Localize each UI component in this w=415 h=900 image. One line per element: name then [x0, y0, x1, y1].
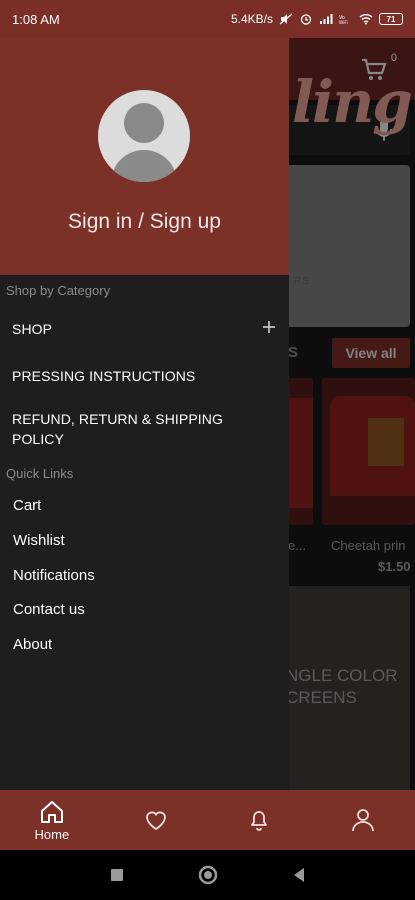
- quick-link-notifications[interactable]: Notifications: [13, 567, 95, 584]
- navigation-drawer: Sign in / Sign up Shop by Category SHOP …: [0, 38, 289, 790]
- avatar-head: [124, 103, 164, 143]
- quick-link-contact-us[interactable]: Contact us: [13, 601, 85, 618]
- recents-button[interactable]: [110, 868, 124, 882]
- quick-link-cart[interactable]: Cart: [13, 497, 41, 514]
- network-speed: 5.4KB/s: [230, 12, 273, 26]
- menu-item-shop[interactable]: SHOP: [12, 321, 52, 337]
- signin-link[interactable]: Sign in / Sign up: [0, 210, 289, 234]
- menu-item-pressing-instructions[interactable]: PRESSING INSTRUCTIONS: [12, 368, 195, 384]
- status-bar: 1:08 AM 5.4KB/s Vo WiFi 71: [0, 0, 415, 38]
- avatar-body: [111, 150, 177, 182]
- quick-link-about[interactable]: About: [13, 636, 52, 653]
- signal-icon: [320, 14, 333, 24]
- avatar[interactable]: [98, 90, 190, 182]
- bell-icon: [251, 811, 268, 831]
- battery-icon: 71: [379, 13, 403, 25]
- home-icon: [40, 801, 63, 823]
- wifi-icon: [359, 14, 373, 25]
- back-button[interactable]: [292, 867, 306, 883]
- nav-home[interactable]: Home: [0, 790, 104, 850]
- svg-text:WiFi: WiFi: [339, 20, 348, 25]
- alarm-icon: [300, 14, 312, 25]
- circle-icon: [198, 865, 217, 885]
- volte-icon: VoWiFi: [339, 15, 348, 25]
- drawer-scrim[interactable]: [289, 38, 415, 790]
- plus-icon[interactable]: [261, 319, 277, 335]
- nav-profile[interactable]: [311, 790, 415, 850]
- back-triangle-icon: [293, 868, 304, 882]
- section-label-quick-links: Quick Links: [6, 466, 74, 481]
- section-label-category: Shop by Category: [6, 283, 111, 298]
- square-icon: [110, 869, 123, 881]
- quick-link-wishlist[interactable]: Wishlist: [13, 532, 65, 549]
- nav-notifications[interactable]: [208, 790, 312, 850]
- system-nav-bar: [0, 850, 415, 900]
- mute-icon: [279, 13, 293, 25]
- heart-icon: [145, 811, 166, 831]
- status-time: 1:08 AM: [12, 11, 60, 27]
- person-icon: [352, 809, 375, 832]
- home-system-button[interactable]: [198, 865, 218, 885]
- bottom-nav: Home: [0, 790, 415, 850]
- drawer-header: Sign in / Sign up: [0, 38, 289, 275]
- nav-home-label: Home: [34, 827, 70, 842]
- menu-item-refund-policy[interactable]: REFUND, RETURN & SHIPPING POLICY: [12, 409, 252, 449]
- status-icons: 5.4KB/s Vo WiFi 71: [231, 12, 403, 26]
- nav-wishlist[interactable]: [104, 790, 208, 850]
